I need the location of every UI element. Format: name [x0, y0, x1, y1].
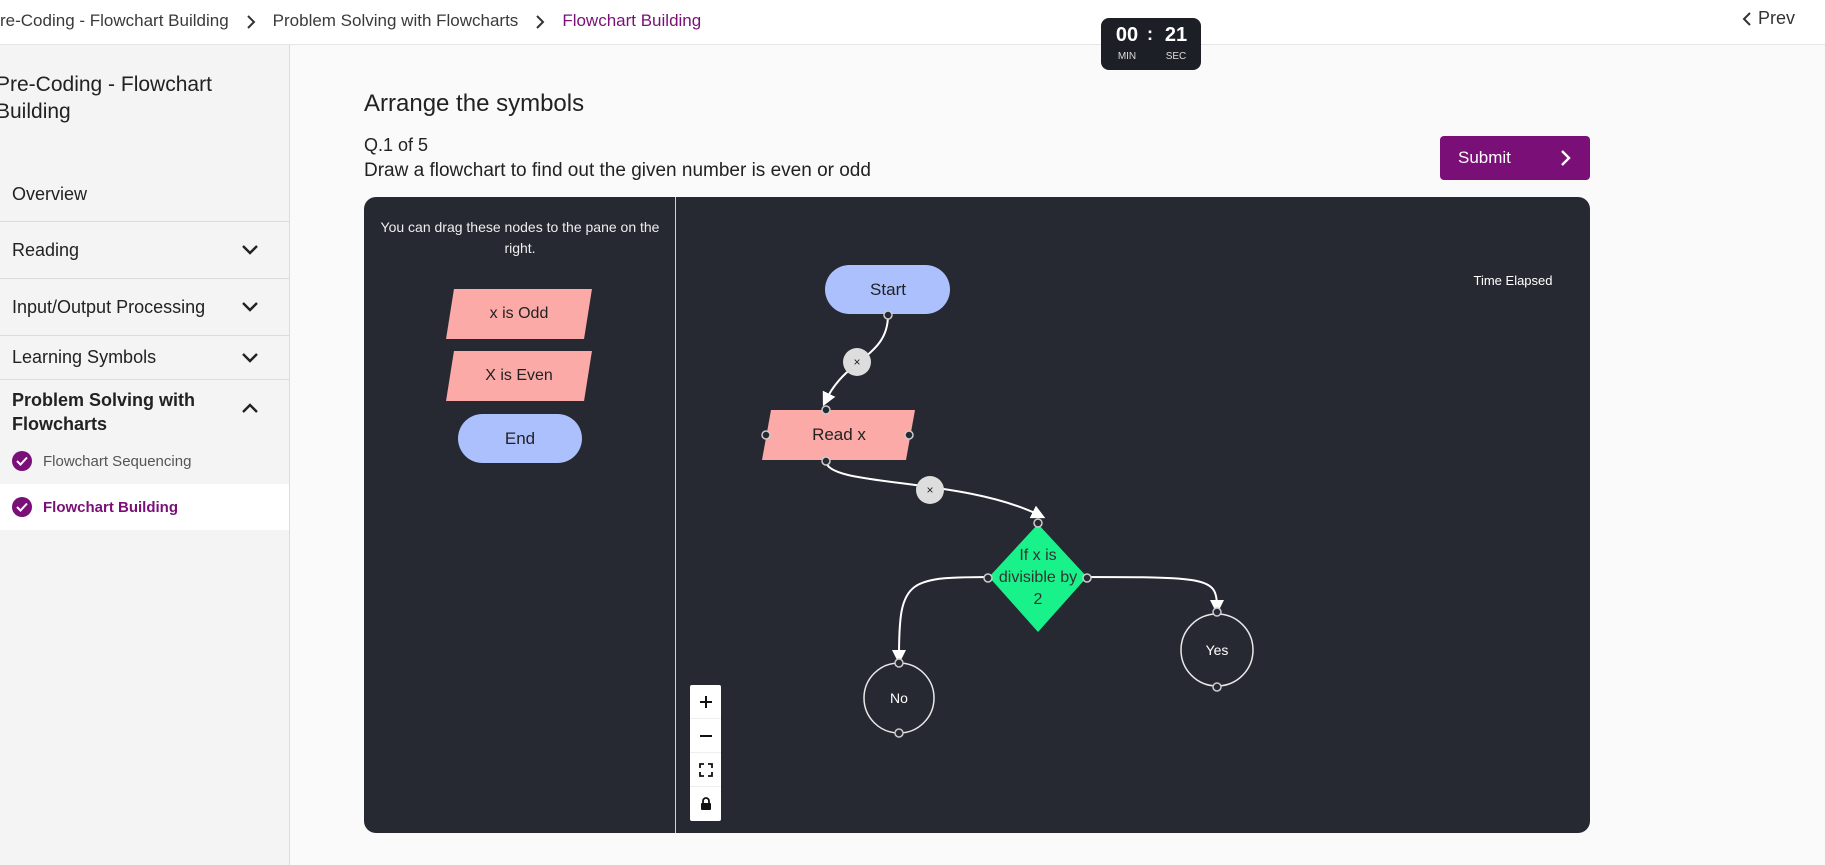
node-handle[interactable]: [983, 573, 993, 583]
edge-decision-to-no[interactable]: [892, 576, 1000, 664]
node-label-line: divisible by: [999, 569, 1077, 586]
lock-icon: [700, 797, 711, 810]
plus-icon: [699, 695, 712, 708]
course-title: Pre-Coding - Flowchart Building: [0, 73, 212, 123]
breadcrumb-item-course[interactable]: re-Coding - Flowchart Building: [0, 11, 229, 31]
node-label: Yes: [1206, 642, 1229, 658]
top-bar: re-Coding - Flowchart Building Problem S…: [0, 0, 1825, 45]
sidebar-item-reading[interactable]: Reading: [0, 222, 289, 279]
chevron-down-icon: [242, 245, 258, 255]
sidebar-item-learning-symbols[interactable]: Learning Symbols: [0, 336, 289, 380]
palette-hint: You can drag these nodes to the pane on …: [380, 219, 660, 256]
node-handle[interactable]: [1212, 607, 1222, 617]
node-label: x is Odd: [489, 305, 549, 322]
check-circle-icon: [12, 451, 32, 471]
chevron-down-icon: [242, 352, 258, 363]
prev-button[interactable]: Prev: [1742, 8, 1795, 29]
node-yes[interactable]: Yes: [1180, 607, 1254, 692]
sidebar-item-label: Input/Output Processing: [12, 296, 206, 317]
node-handle[interactable]: [883, 310, 893, 320]
check-circle-icon: [12, 497, 32, 517]
timer: 00 MIN : 21 SEC: [1101, 18, 1201, 70]
sidebar-section-label[interactable]: Problem Solving with Flowcharts: [12, 388, 232, 436]
prev-label: Prev: [1757, 8, 1795, 28]
flowchart-canvas[interactable]: × × Start Read x If x is divisible by 2 …: [677, 197, 1590, 833]
chevron-down-icon: [242, 302, 258, 312]
chevron-right-icon: [1561, 150, 1571, 166]
node-no[interactable]: No: [863, 658, 935, 738]
node-handle[interactable]: [894, 658, 904, 668]
node-label: Read x: [812, 425, 866, 444]
chevron-left-icon: [1742, 11, 1751, 26]
canvas-controls: [690, 685, 721, 821]
node-label-line: 2: [1034, 591, 1043, 608]
node-label: No: [890, 690, 908, 706]
node-handle[interactable]: [894, 728, 904, 738]
node-label: End: [504, 428, 536, 448]
flowchart-diagram[interactable]: × × Start Read x If x is divisible by 2 …: [677, 197, 1590, 833]
node-handle[interactable]: [821, 456, 831, 466]
lock-button[interactable]: [690, 787, 721, 821]
submit-button[interactable]: Submit: [1440, 136, 1590, 180]
sidebar-item-input-output[interactable]: Input/Output Processing: [0, 279, 289, 336]
fit-view-button[interactable]: [690, 753, 721, 787]
delete-edge-label: ×: [853, 355, 860, 369]
fullscreen-icon: [698, 762, 713, 777]
palette-node-x-is-odd[interactable]: x is Odd: [450, 289, 588, 339]
sidebar-item-label: Learning Symbols: [12, 347, 157, 367]
node-decision[interactable]: If x is divisible by 2: [983, 518, 1092, 632]
delete-edge-button[interactable]: ×: [916, 476, 944, 504]
sidebar-item-label: Reading: [12, 239, 80, 260]
palette-node-x-is-even[interactable]: X is Even: [450, 351, 588, 401]
minus-icon: [699, 734, 712, 737]
zoom-in-button[interactable]: [690, 685, 721, 719]
question-number: Q.1 of 5: [364, 135, 429, 155]
chevron-right-icon: [229, 11, 273, 31]
node-palette: You can drag these nodes to the pane on …: [364, 197, 676, 833]
chevron-up-icon[interactable]: [241, 402, 259, 414]
timer-min-label: MIN: [1117, 51, 1137, 62]
node-handle[interactable]: [1212, 682, 1222, 692]
timer-sec-label: SEC: [1165, 51, 1187, 62]
timer-colon: :: [1147, 24, 1153, 44]
node-label: Start: [870, 280, 906, 299]
chevron-right-icon: [518, 11, 562, 31]
node-start[interactable]: Start: [825, 265, 950, 320]
sidebar: Pre-Coding - Flowchart Building Overview…: [0, 45, 290, 865]
question-text: Draw a flowchart to find out the given n…: [364, 160, 871, 181]
sidebar-section-problem-solving: Problem Solving with Flowcharts Flowchar…: [0, 380, 289, 530]
node-handle[interactable]: [821, 405, 831, 415]
node-handle[interactable]: [904, 430, 914, 440]
flowchart-board: You can drag these nodes to the pane on …: [364, 197, 1590, 833]
timer-minutes: 00: [1115, 24, 1139, 46]
delete-edge-label: ×: [926, 483, 933, 497]
timer-caption: Time Elapsed: [1473, 273, 1553, 288]
node-read-x[interactable]: Read x: [761, 405, 915, 466]
sidebar-item-label: Overview: [12, 184, 88, 204]
delete-edge-button[interactable]: ×: [843, 348, 871, 376]
breadcrumb-item-current: Flowchart Building: [562, 11, 702, 30]
node-label: X is Even: [485, 367, 553, 384]
node-handle[interactable]: [1082, 573, 1092, 583]
node-label-line: If x is: [1019, 547, 1056, 564]
breadcrumb: re-Coding - Flowchart Building Problem S…: [0, 10, 701, 32]
lesson-item-sequencing[interactable]: Flowchart Sequencing: [0, 438, 289, 484]
zoom-out-button[interactable]: [690, 719, 721, 753]
sidebar-item-overview[interactable]: Overview: [0, 168, 289, 222]
edge-decision-to-yes[interactable]: [1076, 576, 1224, 614]
node-handle[interactable]: [1033, 518, 1043, 528]
lesson-label: Flowchart Sequencing: [43, 452, 192, 470]
page-title: Arrange the symbols: [364, 90, 585, 117]
breadcrumb-item-section[interactable]: Problem Solving with Flowcharts: [273, 11, 519, 31]
timer-seconds: 21: [1164, 24, 1188, 46]
palette-node-end[interactable]: End: [458, 414, 582, 463]
lesson-label: Flowchart Building: [43, 498, 178, 516]
submit-label: Submit: [1458, 148, 1511, 167]
lesson-item-building[interactable]: Flowchart Building: [0, 484, 289, 530]
node-handle[interactable]: [761, 430, 771, 440]
